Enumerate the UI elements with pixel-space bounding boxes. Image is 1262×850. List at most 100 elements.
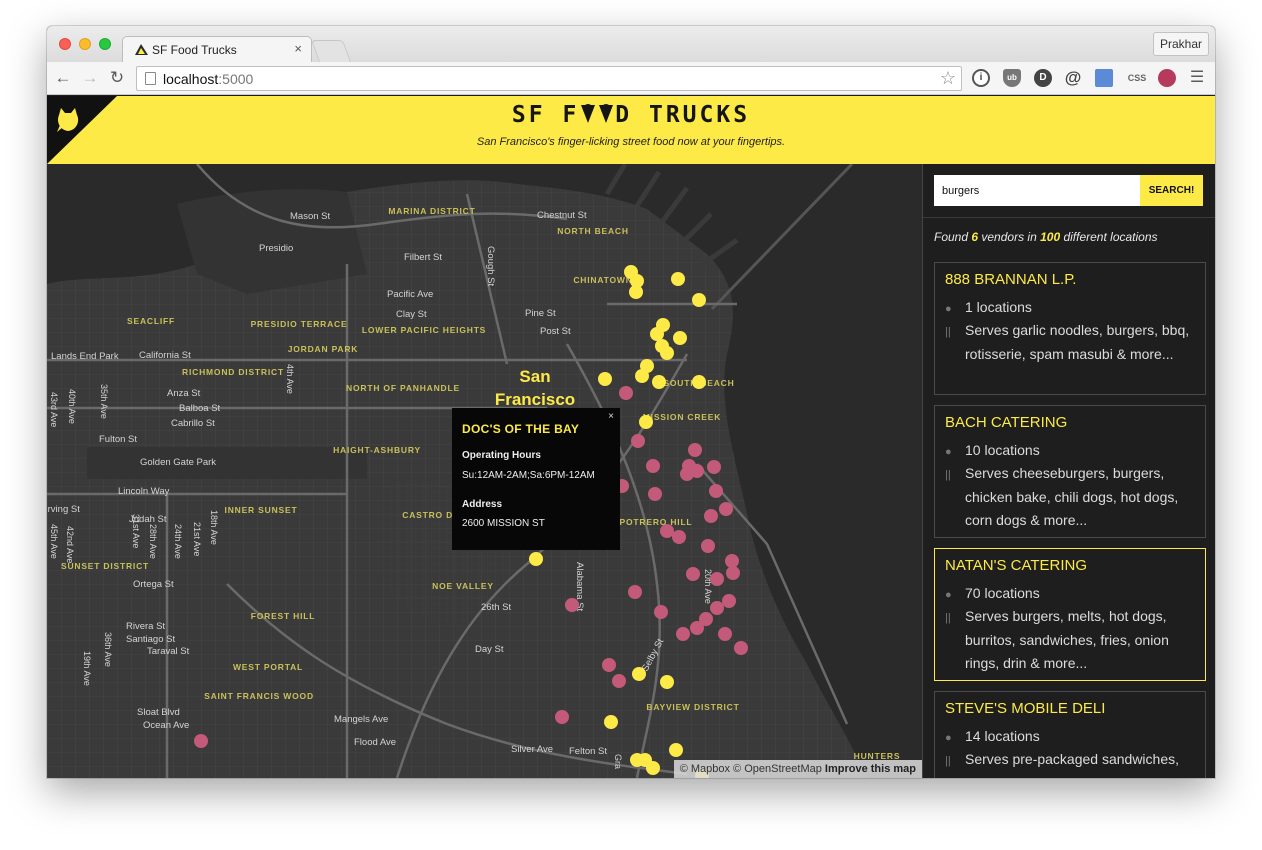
map-marker[interactable] <box>692 293 706 307</box>
reload-icon[interactable]: ↻ <box>108 69 126 87</box>
search-input[interactable] <box>934 175 1140 206</box>
map-marker[interactable] <box>660 346 674 360</box>
map-marker[interactable] <box>718 627 732 641</box>
map-marker[interactable] <box>639 415 653 429</box>
street-label: Taraval St <box>147 646 190 657</box>
bookmark-star-icon[interactable]: ☆ <box>940 68 956 89</box>
zoom-window-button[interactable] <box>99 38 111 50</box>
map-marker[interactable] <box>629 285 643 299</box>
map-marker[interactable] <box>628 585 642 599</box>
map-marker[interactable] <box>669 743 683 757</box>
map-marker[interactable] <box>604 715 618 729</box>
map-marker[interactable] <box>690 464 704 478</box>
map-marker[interactable] <box>660 675 674 689</box>
map-marker[interactable] <box>690 621 704 635</box>
map-marker[interactable] <box>672 530 686 544</box>
popup-close-icon[interactable]: × <box>608 411 614 422</box>
map-marker[interactable] <box>710 572 724 586</box>
map-marker[interactable] <box>602 658 616 672</box>
minimize-window-button[interactable] <box>79 38 91 50</box>
street-label: 4th Ave <box>285 364 295 394</box>
map-marker[interactable] <box>704 509 718 523</box>
map-marker[interactable] <box>725 554 739 568</box>
district-label: FOREST HILL <box>251 611 316 621</box>
site-logo: SF F D TRUCKS <box>47 102 1215 128</box>
street-label: 40th Ave <box>67 389 77 424</box>
utensils-icon: || <box>945 612 951 624</box>
new-tab-button[interactable] <box>310 40 352 62</box>
vendor-card[interactable]: STEVE'S MOBILE DELI ● 14 locations || Se… <box>934 691 1206 778</box>
map-marker[interactable] <box>652 375 666 389</box>
map-marker[interactable] <box>646 761 660 775</box>
map-marker[interactable] <box>692 375 706 389</box>
map-marker[interactable] <box>612 674 626 688</box>
map-marker[interactable] <box>648 487 662 501</box>
css-extension-icon[interactable]: CSS <box>1125 69 1149 87</box>
map-marker[interactable] <box>598 372 612 386</box>
vendor-card[interactable]: 888 BRANNAN L.P. ● 1 locations || Serves… <box>934 262 1206 395</box>
back-arrow-icon[interactable]: ← <box>54 69 72 87</box>
tab-strip: SF Food Trucks × Prakhar <box>47 26 1215 62</box>
pin-extension-icon[interactable] <box>1095 69 1113 87</box>
vendor-card-selected[interactable]: NATAN'S CATERING ● 70 locations || Serve… <box>934 548 1206 681</box>
info-extension-icon[interactable]: i <box>972 69 990 87</box>
dash-extension-icon[interactable]: D <box>1034 69 1052 87</box>
site-header: SF F D TRUCKS San Francisco's finger-lick… <box>47 96 1215 164</box>
profile-button[interactable]: Prakhar <box>1153 32 1209 56</box>
browser-tab[interactable]: SF Food Trucks × <box>122 36 312 62</box>
map-marker[interactable] <box>701 539 715 553</box>
map-marker[interactable] <box>719 502 733 516</box>
street-label: Lands End Park <box>51 351 119 362</box>
district-label: JORDAN PARK <box>288 344 359 354</box>
map-marker[interactable] <box>722 594 736 608</box>
map-marker[interactable] <box>632 667 646 681</box>
found-prefix: Found <box>934 230 972 244</box>
address-bar[interactable]: localhost:5000 ☆ <box>136 66 962 91</box>
map-marker[interactable] <box>555 710 569 724</box>
map-marker[interactable] <box>734 641 748 655</box>
district-label: MARINA DISTRICT <box>388 206 475 216</box>
map-marker[interactable] <box>529 552 543 566</box>
street-label: Post St <box>540 326 571 337</box>
map-marker[interactable] <box>660 524 674 538</box>
street-label: Pacific Ave <box>387 289 433 300</box>
map-marker[interactable] <box>707 460 721 474</box>
menu-icon[interactable]: ☰ <box>1188 69 1206 87</box>
map-marker[interactable] <box>710 601 724 615</box>
vendor-card[interactable]: BACH CATERING ● 10 locations || Serves c… <box>934 405 1206 538</box>
street-label: 20th Ave <box>703 569 713 604</box>
district-label: NORTH BEACH <box>557 226 629 236</box>
close-window-button[interactable] <box>59 38 71 50</box>
map-marker[interactable] <box>654 605 668 619</box>
map-marker[interactable] <box>726 566 740 580</box>
map-marker[interactable] <box>194 734 208 748</box>
district-label: WEST PORTAL <box>233 662 303 672</box>
search-button[interactable]: SEARCH! <box>1140 175 1203 206</box>
browser-toolbar: ← → ↻ localhost:5000 ☆ i ub D @ CSS ☰ <box>47 62 1215 95</box>
ublock-extension-icon[interactable]: ub <box>1003 69 1021 87</box>
map-marker[interactable] <box>646 459 660 473</box>
map-marker[interactable] <box>631 434 645 448</box>
map-marker[interactable] <box>650 327 664 341</box>
map[interactable]: MARINA DISTRICT NORTH BEACH CHINATOWN SE… <box>47 164 922 778</box>
chart-extension-icon[interactable] <box>1158 69 1176 87</box>
at-extension-icon[interactable]: @ <box>1064 69 1082 87</box>
map-marker[interactable] <box>673 331 687 345</box>
vendor-name: NATAN'S CATERING <box>945 557 1088 574</box>
tab-close-icon[interactable]: × <box>294 41 302 56</box>
map-marker[interactable] <box>709 484 723 498</box>
map-marker[interactable] <box>565 598 579 612</box>
map-marker[interactable] <box>671 272 685 286</box>
map-marker[interactable] <box>686 567 700 581</box>
street-label: Fulton St <box>99 434 137 445</box>
map-pin-icon: ● <box>945 589 952 601</box>
forward-arrow-icon[interactable]: → <box>81 69 99 87</box>
map-marker[interactable] <box>619 386 633 400</box>
map-marker[interactable] <box>635 369 649 383</box>
map-marker[interactable] <box>676 627 690 641</box>
vendor-popup: × DOC'S OF THE BAY Operating Hours Su:12… <box>452 408 620 550</box>
street-label: Balboa St <box>179 403 221 414</box>
improve-map-link[interactable]: Improve this map <box>825 763 916 775</box>
map-marker[interactable] <box>688 443 702 457</box>
popup-hours-label: Operating Hours <box>462 450 541 461</box>
